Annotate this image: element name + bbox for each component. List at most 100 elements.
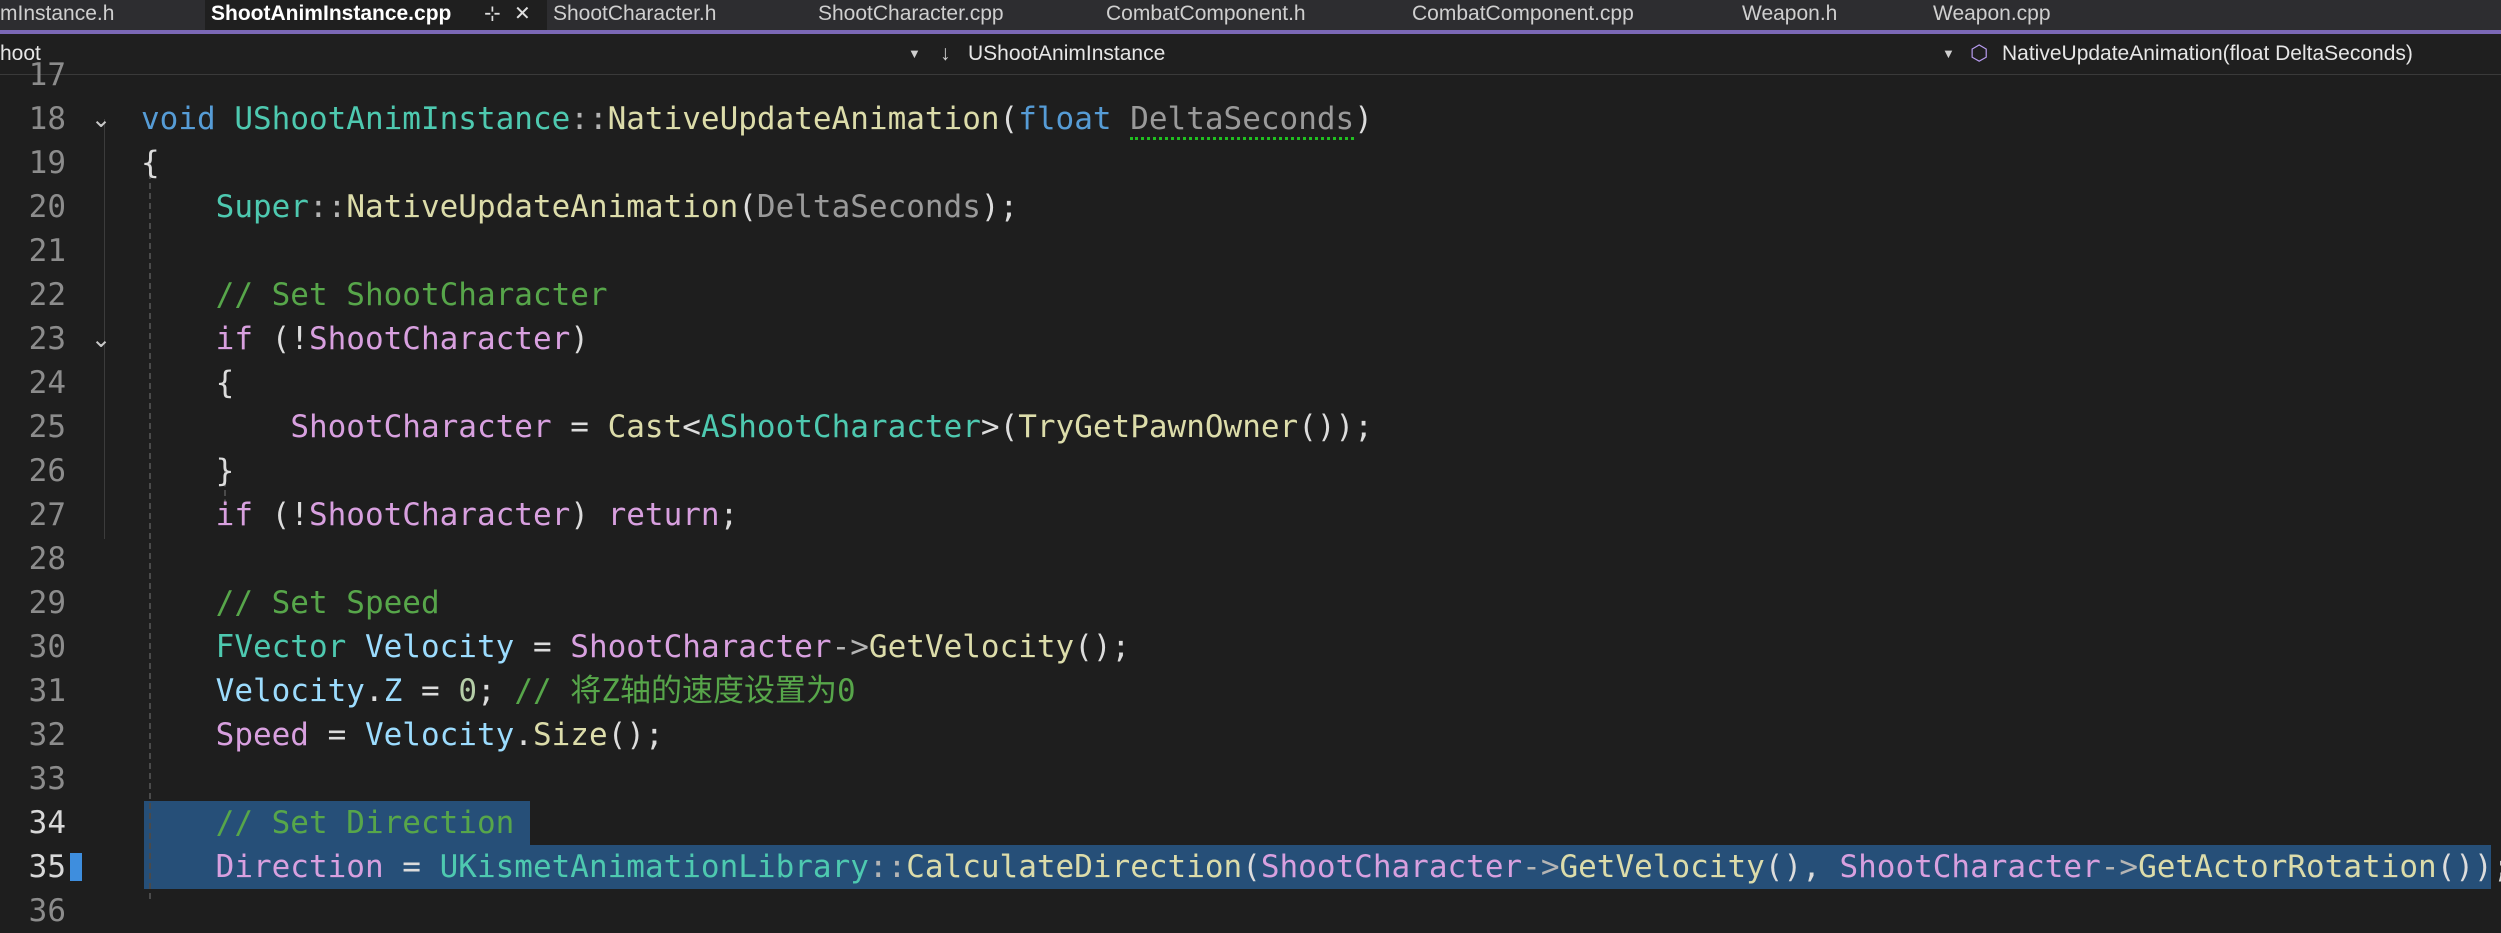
line-number: 32 bbox=[28, 717, 66, 753]
change-marker bbox=[70, 853, 82, 881]
code-token: (); bbox=[1074, 629, 1131, 665]
code-line[interactable]: 24 { bbox=[0, 361, 2501, 405]
code-line[interactable]: 34 // Set Direction bbox=[0, 801, 2501, 845]
code-token: 0 bbox=[458, 673, 477, 709]
code-line[interactable]: 22 // Set ShootCharacter bbox=[0, 273, 2501, 317]
code-token: DeltaSeconds bbox=[1130, 101, 1355, 140]
code-token: ) bbox=[1354, 101, 1373, 137]
code-line[interactable]: 19 { bbox=[0, 141, 2501, 185]
code-token: -> bbox=[831, 629, 869, 665]
code-token: // Set ShootCharacter bbox=[215, 277, 608, 313]
code-token: Velocity bbox=[364, 629, 515, 665]
code-token: :: bbox=[570, 101, 608, 137]
code-text: // Set ShootCharacter bbox=[141, 273, 608, 317]
code-editor[interactable]: 17 18 ⌄ void UShootAnimInstance::NativeUpda… bbox=[0, 57, 2501, 929]
code-line[interactable]: 23 ⌄ if (!ShootCharacter) bbox=[0, 317, 2501, 361]
code-text: Velocity.Z = 0; // 将Z轴的速度设置为0 bbox=[141, 669, 856, 713]
code-line[interactable]: 29 // Set Speed bbox=[0, 581, 2501, 625]
fold-chevron-icon[interactable]: ⌄ bbox=[86, 101, 116, 137]
line-number: 34 bbox=[28, 805, 66, 841]
code-token: >( bbox=[980, 409, 1019, 445]
code-token: GetVelocity bbox=[1559, 849, 1765, 885]
code-token: ShootCharacter bbox=[290, 409, 552, 445]
tab-combatcomponent-cpp[interactable]: CombatComponent.cpp bbox=[1412, 0, 1712, 30]
line-number: 35 bbox=[28, 849, 66, 885]
code-line[interactable]: 26 } bbox=[0, 449, 2501, 493]
line-number: 20 bbox=[28, 189, 66, 225]
line-number: 30 bbox=[28, 629, 66, 665]
code-token: . bbox=[514, 717, 533, 753]
code-token: // Set Direction bbox=[215, 805, 515, 841]
code-token: UKismetAnimationLibrary bbox=[439, 849, 869, 885]
code-token: ) bbox=[570, 497, 608, 533]
code-text: FVector Velocity = ShootCharacter->GetVe… bbox=[141, 625, 1131, 669]
tab-weapon-h[interactable]: Weapon.h bbox=[1742, 0, 1922, 30]
line-number: 24 bbox=[28, 365, 66, 401]
code-line[interactable]: 30 FVector Velocity = ShootCharacter->Ge… bbox=[0, 625, 2501, 669]
code-token: GetActorRotation bbox=[2138, 849, 2437, 885]
code-line[interactable]: 28 bbox=[0, 537, 2501, 581]
code-line[interactable]: 33 bbox=[0, 757, 2501, 801]
tab-combatcomponent-h[interactable]: CombatComponent.h bbox=[1106, 0, 1386, 30]
code-token: (! bbox=[252, 497, 309, 533]
code-line[interactable]: 21 bbox=[0, 229, 2501, 273]
code-line[interactable]: 36 bbox=[0, 889, 2501, 933]
tab-shootcharacter-cpp[interactable]: ShootCharacter.cpp bbox=[818, 0, 1088, 30]
code-line[interactable]: 27 if (!ShootCharacter) return; bbox=[0, 493, 2501, 537]
tab-shootcharacter-h[interactable]: ShootCharacter.h bbox=[553, 0, 803, 30]
code-text: Super::NativeUpdateAnimation(DeltaSecond… bbox=[141, 185, 1019, 229]
code-token: FVector bbox=[215, 629, 347, 665]
tab-shootaniminstance-h[interactable]: mInstance.h bbox=[0, 0, 205, 30]
code-token: -> bbox=[1522, 849, 1560, 885]
pin-icon[interactable]: ⊹ bbox=[484, 0, 501, 30]
code-line[interactable]: 32 Speed = Velocity.Size(); bbox=[0, 713, 2501, 757]
code-token: ; bbox=[476, 673, 515, 709]
code-token: // 将Z轴的速度设置为0 bbox=[514, 673, 856, 709]
code-token: NativeUpdateAnimation bbox=[346, 189, 739, 225]
line-number: 18 bbox=[28, 101, 66, 137]
code-token: if bbox=[215, 321, 253, 357]
code-token: (), bbox=[1764, 849, 1840, 885]
fold-chevron-icon[interactable]: ⌄ bbox=[86, 321, 116, 357]
code-token: :: bbox=[308, 189, 347, 225]
line-number: 33 bbox=[28, 761, 66, 797]
code-line[interactable]: 17 bbox=[0, 53, 2501, 97]
code-token: float bbox=[1018, 101, 1112, 137]
code-token: (! bbox=[252, 321, 309, 357]
line-number: 25 bbox=[28, 409, 66, 445]
code-token: = bbox=[383, 849, 440, 885]
code-line[interactable]: 35 Direction = UKismetAnimationLibrary::… bbox=[0, 845, 2501, 889]
code-line[interactable]: 18 ⌄ void UShootAnimInstance::NativeUpdate… bbox=[0, 97, 2501, 141]
line-number: 19 bbox=[28, 145, 66, 181]
code-token: Cast bbox=[607, 409, 683, 445]
code-text: if (!ShootCharacter) bbox=[141, 317, 589, 361]
code-line[interactable]: 25 ShootCharacter = Cast<AShootCharacter… bbox=[0, 405, 2501, 449]
code-text: Direction = UKismetAnimationLibrary::Cal… bbox=[141, 845, 2501, 889]
code-token: < bbox=[682, 409, 701, 445]
code-token: if bbox=[215, 497, 253, 533]
code-token: ShootCharacter bbox=[570, 629, 832, 665]
close-icon[interactable]: ✕ bbox=[514, 0, 531, 30]
code-text: if (!ShootCharacter) return; bbox=[141, 493, 739, 537]
code-token: Direction bbox=[215, 849, 384, 885]
code-token: ShootCharacter bbox=[308, 497, 571, 533]
code-token: ( bbox=[1242, 849, 1261, 885]
code-token: ( bbox=[999, 101, 1019, 137]
document-tab-bar: mInstance.h ShootAnimInstance.cpp ⊹ ✕ Sh… bbox=[0, 0, 2501, 34]
line-number: 23 bbox=[28, 321, 66, 357]
line-number: 31 bbox=[28, 673, 66, 709]
code-line[interactable]: 20 Super::NativeUpdateAnimation(DeltaSec… bbox=[0, 185, 2501, 229]
line-number: 36 bbox=[28, 893, 66, 929]
line-number: 26 bbox=[28, 453, 66, 489]
code-line[interactable]: 31 Velocity.Z = 0; // 将Z轴的速度设置为0 bbox=[0, 669, 2501, 713]
tab-weapon-cpp[interactable]: Weapon.cpp bbox=[1933, 0, 2133, 30]
code-token: TryGetPawnOwner bbox=[1018, 409, 1299, 445]
code-token: . bbox=[364, 673, 384, 709]
